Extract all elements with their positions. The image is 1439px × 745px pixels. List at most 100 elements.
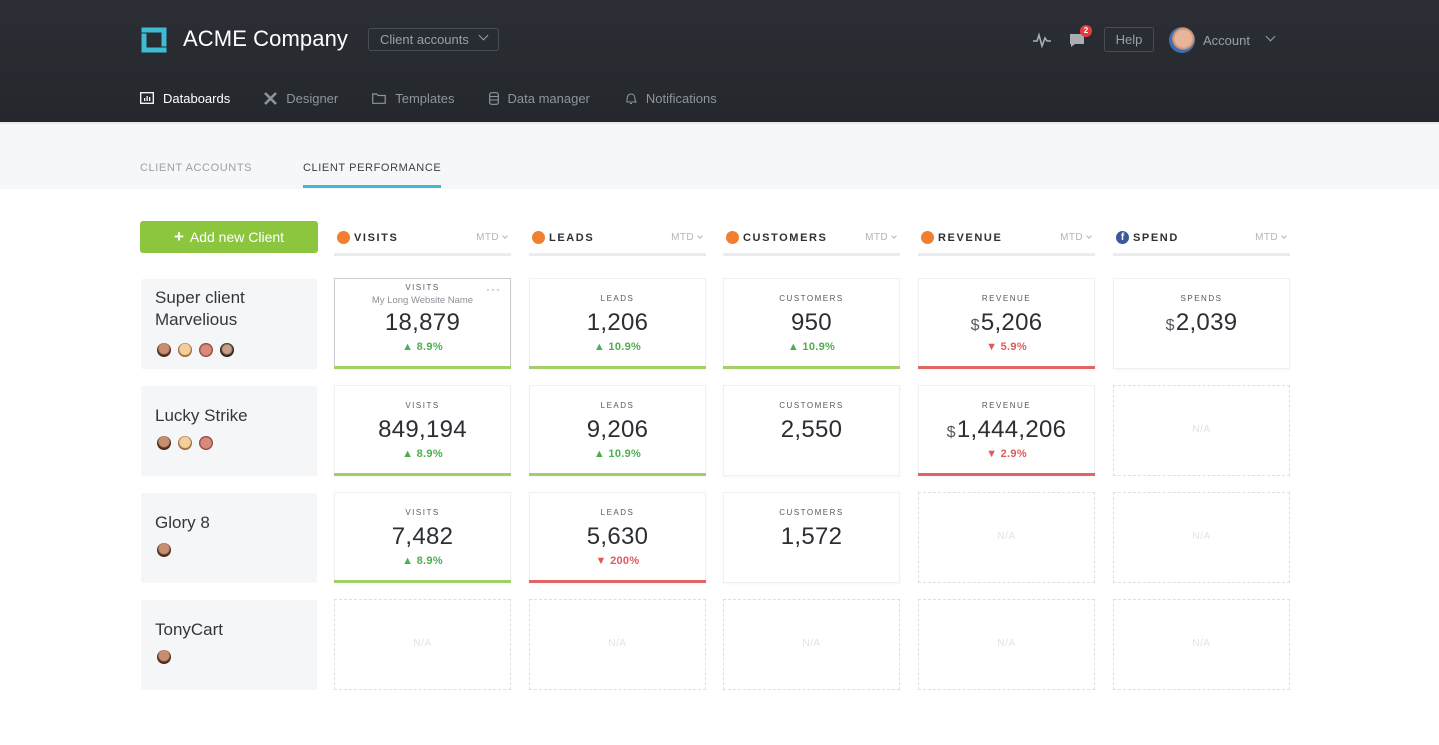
column-title: SPEND <box>1133 232 1179 244</box>
period-dropdown[interactable]: MTD <box>1060 232 1092 243</box>
empty-metric-card[interactable]: N/A <box>529 599 706 690</box>
empty-metric-card[interactable]: N/A <box>334 599 511 690</box>
client-card[interactable]: Super client Marvelious <box>141 279 317 369</box>
tab-client-accounts[interactable]: CLIENT ACCOUNTS <box>140 162 252 174</box>
hubspot-icon <box>726 231 739 244</box>
na-label: N/A <box>413 638 432 649</box>
metric-card-leads[interactable]: LEADS 1,206 ▲ 10.9% <box>529 278 706 369</box>
metric-card-leads[interactable]: LEADS 9,206 ▲ 10.9% <box>529 385 706 476</box>
client-card[interactable]: TonyCart <box>141 600 317 690</box>
chevron-down-icon[interactable] <box>1265 31 1276 42</box>
metric-card-visits[interactable]: VISITS 849,194 ▲ 8.9% <box>334 385 511 476</box>
empty-metric-card[interactable]: N/A <box>918 492 1095 583</box>
chevron-down-icon <box>1086 233 1092 239</box>
member-avatar <box>178 436 192 450</box>
na-label: N/A <box>997 638 1016 649</box>
client-card[interactable]: Lucky Strike <box>141 386 317 476</box>
metric-number: 1,572 <box>780 523 843 550</box>
trend-bar <box>723 366 900 369</box>
metric-number: 1,206 <box>586 309 649 336</box>
metric-value: $1,444,206 <box>919 416 1094 444</box>
empty-metric-card[interactable]: N/A <box>918 599 1095 690</box>
metric-number: 849,194 <box>378 416 467 443</box>
tab-client-performance[interactable]: CLIENT PERFORMANCE <box>303 162 441 174</box>
column-title: VISITS <box>354 232 399 244</box>
metric-card-revenue[interactable]: REVENUE $5,206 ▼ 5.9% <box>918 278 1095 369</box>
metric-card-customers[interactable]: CUSTOMERS 2,550 <box>723 385 900 476</box>
more-options-icon[interactable]: ··· <box>486 282 501 296</box>
metric-card-customers[interactable]: CUSTOMERS 950 ▲ 10.9% <box>723 278 900 369</box>
na-label: N/A <box>1192 531 1211 542</box>
nav-item-designer[interactable]: Designer <box>264 90 338 106</box>
database-icon <box>488 91 499 105</box>
main-nav: Databoards Designer Templates Data manag… <box>140 90 751 106</box>
metric-change: ▼ 200% <box>530 555 705 567</box>
account-menu[interactable]: Account <box>1203 33 1250 48</box>
metric-value: 849,194 <box>335 416 510 444</box>
context-select[interactable]: Client accounts <box>368 28 499 51</box>
metric-number: 2,550 <box>780 416 843 443</box>
nav-label: Databoards <box>163 90 231 106</box>
metric-label: CUSTOMERS <box>779 401 844 410</box>
help-button[interactable]: Help <box>1104 27 1154 52</box>
period-label: MTD <box>1060 232 1083 243</box>
change-value: 8.9% <box>416 555 443 567</box>
empty-metric-card[interactable]: N/A <box>1113 599 1290 690</box>
na-label: N/A <box>1192 638 1211 649</box>
trend-down-icon: ▼ <box>986 341 998 353</box>
nav-item-data-manager[interactable]: Data manager <box>488 90 590 106</box>
client-card[interactable]: Glory 8 <box>141 493 317 583</box>
metric-label: CUSTOMERS <box>779 294 844 303</box>
period-dropdown[interactable]: MTD <box>865 232 897 243</box>
trend-up-icon: ▲ <box>787 341 800 353</box>
metric-number: 7,482 <box>391 523 454 550</box>
member-avatar <box>199 343 213 357</box>
bar-chart-icon <box>140 92 154 104</box>
column-header-revenue: REVENUE MTD <box>918 228 1095 256</box>
nav-item-notifications[interactable]: Notifications <box>624 90 717 106</box>
metric-label: VISITS <box>405 508 440 517</box>
na-label: N/A <box>997 531 1016 542</box>
empty-metric-card[interactable]: N/A <box>1113 385 1290 476</box>
client-members <box>157 543 171 557</box>
empty-metric-card[interactable]: N/A <box>723 599 900 690</box>
metric-change: ▼ 2.9% <box>919 448 1094 460</box>
metric-card-visits[interactable]: VISITS My Long Website Name ··· 18,879 ▲ 8.9… <box>334 278 511 369</box>
metric-label: REVENUE <box>981 294 1032 303</box>
column-title: CUSTOMERS <box>743 232 828 244</box>
metric-label: LEADS <box>600 401 635 410</box>
metric-card-spends[interactable]: SPENDS $2,039 <box>1113 278 1290 369</box>
empty-metric-card[interactable]: N/A <box>1113 492 1290 583</box>
member-avatar <box>178 343 192 357</box>
client-name: Glory 8 <box>155 513 210 532</box>
metric-value: $5,206 <box>919 309 1094 337</box>
client-members <box>157 650 171 664</box>
metric-card-customers[interactable]: CUSTOMERS 1,572 <box>723 492 900 583</box>
metric-change: ▲ 8.9% <box>335 341 510 353</box>
chevron-down-icon <box>502 233 508 239</box>
user-avatar[interactable] <box>1169 27 1195 53</box>
period-dropdown[interactable]: MTD <box>671 232 703 243</box>
metric-value: 1,206 <box>530 309 705 337</box>
client-name: Super client Marvelious <box>155 288 245 329</box>
metric-card-revenue[interactable]: REVENUE $1,444,206 ▼ 2.9% <box>918 385 1095 476</box>
brand-name[interactable]: ACME Company <box>183 26 348 52</box>
metric-card-leads[interactable]: LEADS 5,630 ▼ 200% <box>529 492 706 583</box>
period-label: MTD <box>1255 232 1278 243</box>
top-header: ACME Company Client accounts 2 Help Acco… <box>0 0 1439 122</box>
metric-card-visits[interactable]: VISITS 7,482 ▲ 8.9% <box>334 492 511 583</box>
period-dropdown[interactable]: MTD <box>1255 232 1287 243</box>
activity-pulse-icon[interactable] <box>1032 30 1052 50</box>
change-value: 10.9% <box>608 448 642 460</box>
nav-item-databoards[interactable]: Databoards <box>140 90 230 106</box>
column-header-spend: f SPEND MTD <box>1113 228 1290 256</box>
add-client-button[interactable]: + Add new Client <box>140 221 318 253</box>
nav-item-templates[interactable]: Templates <box>372 90 455 106</box>
period-dropdown[interactable]: MTD <box>476 232 508 243</box>
period-label: MTD <box>865 232 888 243</box>
trend-bar <box>529 473 706 476</box>
metric-subtitle: My Long Website Name <box>371 295 474 306</box>
facebook-icon: f <box>1116 231 1129 244</box>
metric-label: LEADS <box>600 508 635 517</box>
acme-logo-icon <box>141 27 167 53</box>
